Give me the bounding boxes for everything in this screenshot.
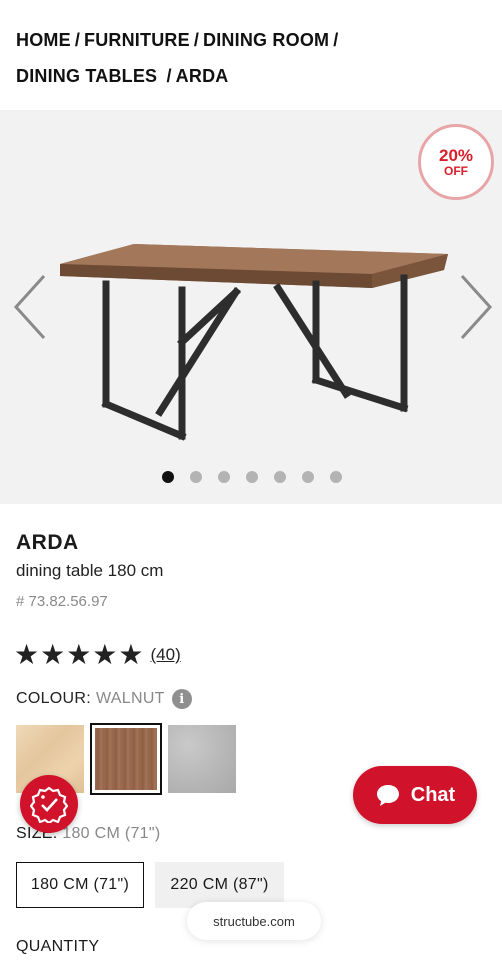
breadcrumb-separator: / xyxy=(74,30,81,50)
product-sku: # 73.82.56.97 xyxy=(16,593,108,610)
discount-badge: 20% OFF xyxy=(418,124,494,200)
quantity-label: QUANTITY xyxy=(16,938,100,955)
breadcrumb-separator: / xyxy=(193,30,200,50)
chat-bubble-icon xyxy=(376,785,399,806)
pagination-dot[interactable] xyxy=(330,471,342,483)
pagination-dot[interactable] xyxy=(218,471,230,483)
info-icon[interactable]: i xyxy=(171,689,192,709)
chevron-left-icon[interactable] xyxy=(10,272,50,342)
pagination-dot[interactable] xyxy=(274,471,286,483)
pagination-dot[interactable] xyxy=(190,471,202,483)
breadcrumb-separator: / xyxy=(333,30,339,50)
discount-check-icon xyxy=(30,786,68,823)
chat-button[interactable]: Chat xyxy=(353,766,477,824)
reviews-link[interactable]: (40) xyxy=(151,645,181,665)
pagination-dot[interactable] xyxy=(246,471,258,483)
chat-label: Chat xyxy=(410,783,456,806)
breadcrumb-dining-room[interactable]: DINING ROOM xyxy=(203,30,329,50)
size-option-180[interactable]: 180 CM (71") xyxy=(16,862,144,908)
breadcrumb-separator: / xyxy=(166,66,172,86)
discount-percent: 20% xyxy=(438,145,474,165)
breadcrumb-home[interactable]: HOME xyxy=(16,30,71,50)
star-rating: ★★★★★ xyxy=(14,639,145,670)
promo-badge[interactable] xyxy=(20,775,78,833)
colour-label: COLOUR: WALNUT i xyxy=(16,689,192,709)
breadcrumb-dining-tables[interactable]: DINING TABLES xyxy=(16,66,157,86)
pagination-dot[interactable] xyxy=(302,471,314,483)
breadcrumb-current: ARDA xyxy=(175,66,229,86)
product-rating: ★★★★★ (40) xyxy=(14,640,181,670)
gallery-pagination xyxy=(162,471,342,483)
chevron-right-icon[interactable] xyxy=(456,272,496,342)
colour-key: COLOUR: xyxy=(16,690,91,707)
breadcrumb-furniture[interactable]: FURNITURE xyxy=(84,30,190,50)
product-name: ARDA xyxy=(16,531,79,554)
breadcrumb: HOME / FURNITURE / DINING ROOM / DINING TABLES… xyxy=(16,22,486,94)
colour-value: WALNUT xyxy=(96,690,165,707)
discount-label: OFF xyxy=(444,163,468,178)
swatch-concrete[interactable] xyxy=(168,725,236,793)
swatch-walnut[interactable] xyxy=(90,723,162,795)
product-description: dining table 180 cm xyxy=(16,561,164,580)
pagination-dot[interactable] xyxy=(162,471,174,483)
size-value: 180 CM (71") xyxy=(62,825,161,842)
browser-url-bar[interactable]: structube.com xyxy=(187,902,321,940)
product-image xyxy=(60,244,448,441)
